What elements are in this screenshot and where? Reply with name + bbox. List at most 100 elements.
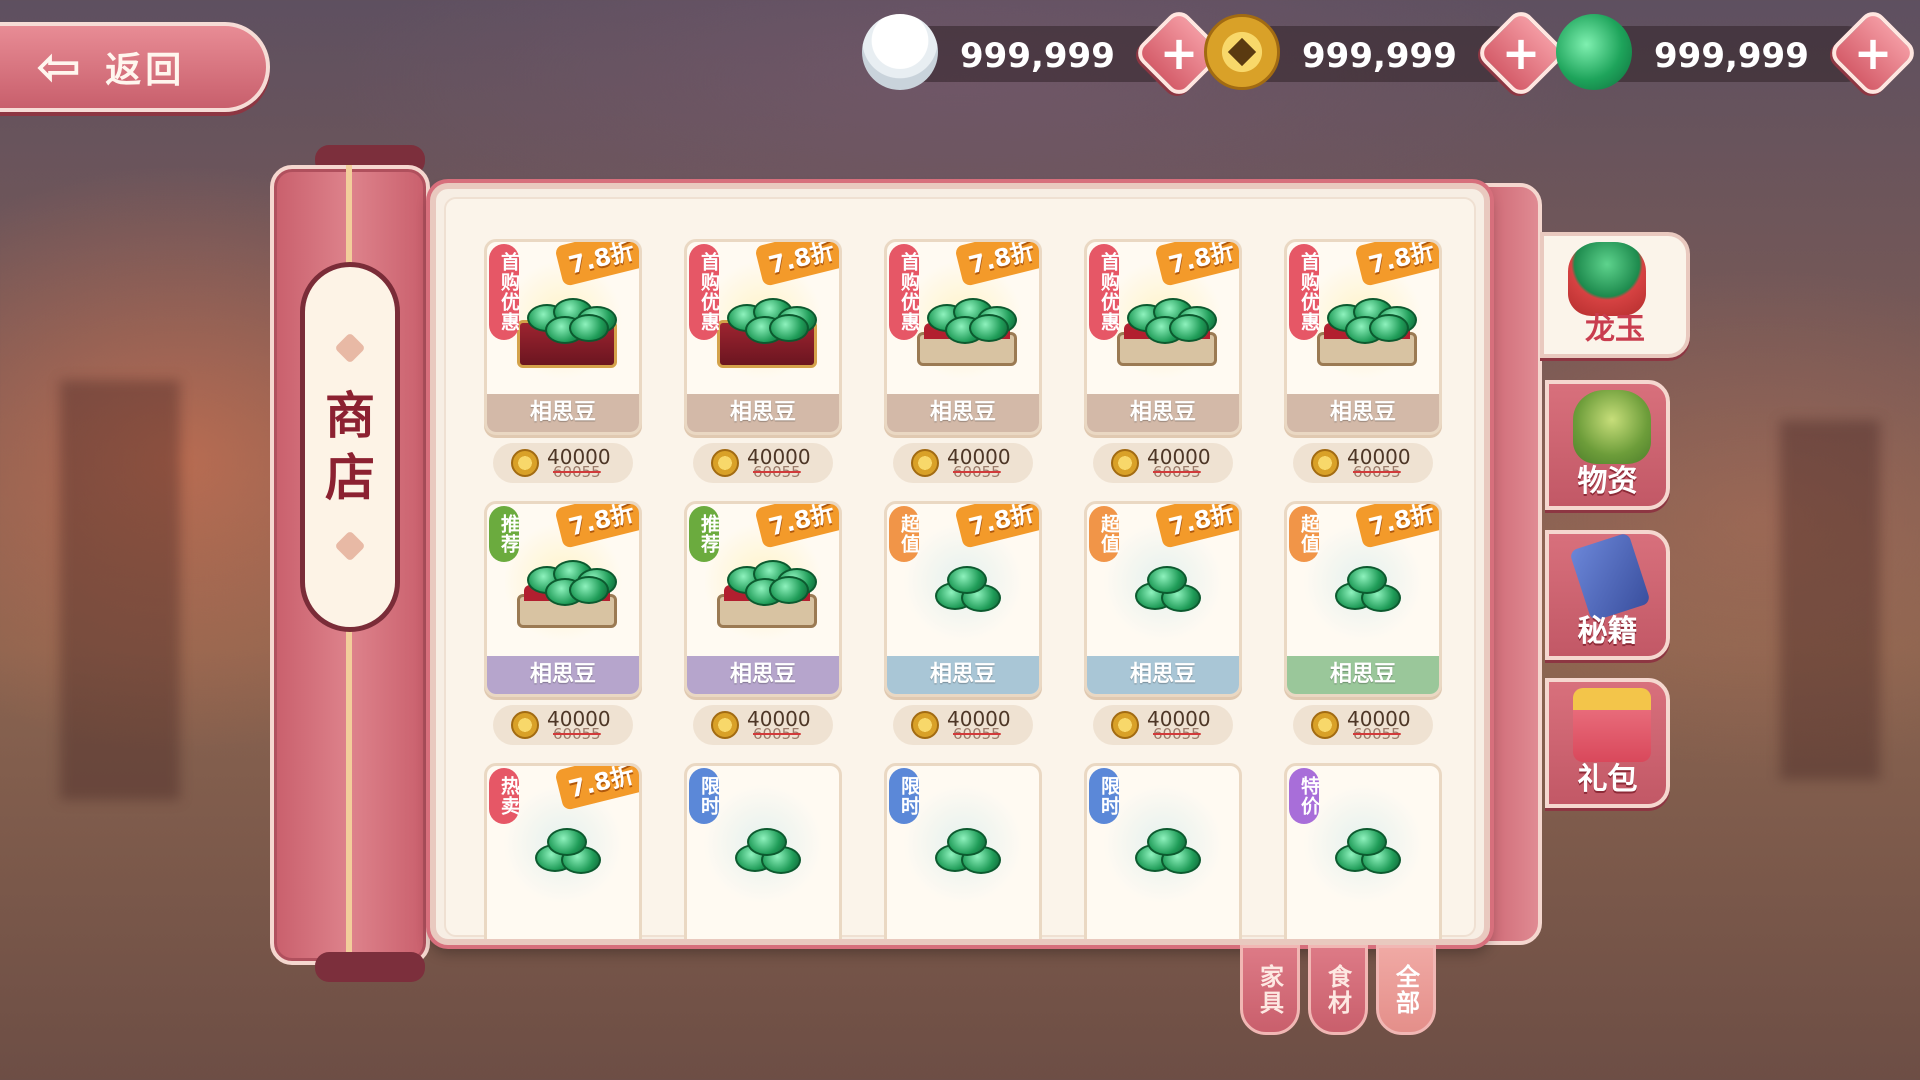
- item-frame: 推荐 7.8折 相思豆: [484, 501, 642, 697]
- jade-chest-icon: [717, 292, 817, 372]
- item-tag-badge: 推荐: [689, 506, 720, 562]
- filter-furniture[interactable]: 家具: [1240, 945, 1300, 1035]
- shop-item-card[interactable]: 首购优惠 7.8折 相思豆 40000 60055: [884, 239, 1042, 483]
- item-frame: 超值 7.8折 相思豆: [884, 501, 1042, 697]
- price-original: 60055: [1153, 463, 1201, 481]
- tab-gift-packs[interactable]: 礼包: [1545, 678, 1670, 808]
- item-frame: 首购优惠 7.8折 相思豆: [884, 239, 1042, 435]
- copper-coin-icon: [511, 711, 539, 739]
- item-frame: 超值 7.8折 相思豆: [1084, 501, 1242, 697]
- item-frame: 首购优惠 7.8折 相思豆: [1084, 239, 1242, 435]
- jade-tray-icon: [517, 554, 617, 634]
- item-tag-badge: 超值: [1089, 506, 1120, 562]
- item-frame: 限时: [1084, 763, 1242, 939]
- shop-item-card[interactable]: 限时: [1084, 763, 1242, 939]
- rice-bowl-icon: [862, 14, 938, 90]
- item-frame: 推荐 7.8折 相思豆: [684, 501, 842, 697]
- item-name: 相思豆: [487, 394, 639, 432]
- item-frame: 超值 7.8折 相思豆: [1284, 501, 1442, 697]
- shop-title-plaque: 商 店: [300, 262, 400, 632]
- item-name: 相思豆: [1287, 656, 1439, 694]
- item-tag-badge: 首购优惠: [489, 244, 520, 340]
- buy-price-button[interactable]: 40000 60055: [493, 705, 633, 745]
- item-tag-badge: 首购优惠: [1089, 244, 1120, 340]
- jade-coil-icon: [1317, 554, 1417, 634]
- buy-price-button[interactable]: 40000 60055: [693, 443, 833, 483]
- shop-item-card[interactable]: 首购优惠 7.8折 相思豆 40000 60055: [1284, 239, 1442, 483]
- tab-secret-books[interactable]: 秘籍: [1545, 530, 1670, 660]
- buy-price-button[interactable]: 40000 60055: [1293, 443, 1433, 483]
- tab-label: 物资: [1577, 464, 1638, 499]
- filter-all[interactable]: 全部: [1376, 945, 1436, 1035]
- tab-supplies[interactable]: 物资: [1545, 380, 1670, 510]
- item-frame: 特价: [1284, 763, 1442, 939]
- item-tag-badge: 推荐: [489, 506, 520, 562]
- back-button[interactable]: ⇦ 返回: [0, 22, 270, 112]
- copper-coin-icon: [1204, 14, 1280, 90]
- item-tag-badge: 特价: [1289, 768, 1320, 824]
- item-tag-badge: 首购优惠: [889, 244, 920, 340]
- background-pillar: [60, 380, 180, 800]
- price-original: 60055: [953, 463, 1001, 481]
- item-tag-badge: 限时: [889, 768, 920, 824]
- copper-coin-icon: [711, 711, 739, 739]
- shop-item-card[interactable]: 热卖 7.8折: [484, 763, 642, 939]
- buy-price-button[interactable]: 40000 60055: [493, 443, 633, 483]
- copper-coin-icon: [1311, 449, 1339, 477]
- shop-item-card[interactable]: 超值 7.8折 相思豆 40000 60055: [884, 501, 1042, 745]
- filter-ingredients[interactable]: 食材: [1308, 945, 1368, 1035]
- shop-item-card[interactable]: 限时: [884, 763, 1042, 939]
- price-original: 60055: [753, 463, 801, 481]
- copper-coin-icon: [1111, 711, 1139, 739]
- tab-label: 礼包: [1577, 762, 1638, 797]
- plaque-ornament: [334, 530, 366, 562]
- item-name: 相思豆: [687, 656, 839, 694]
- copper-coin-icon: [911, 449, 939, 477]
- shop-title-char: 店: [325, 449, 375, 507]
- shop-item-card[interactable]: 特价: [1284, 763, 1442, 939]
- shop-item-card[interactable]: 首购优惠 7.8折 相思豆 40000 60055: [1084, 239, 1242, 483]
- shop-item-card[interactable]: 推荐 7.8折 相思豆 40000 60055: [684, 501, 842, 745]
- shop-item-card[interactable]: 首购优惠 7.8折 相思豆 40000 60055: [484, 239, 642, 483]
- item-name: 相思豆: [1087, 656, 1239, 694]
- buy-price-button[interactable]: 40000 60055: [1293, 705, 1433, 745]
- buy-price-button[interactable]: 40000 60055: [893, 705, 1033, 745]
- currency-jade: 999,999 +: [1556, 6, 1920, 100]
- shop-item-card[interactable]: 超值 7.8折 相思豆 40000 60055: [1084, 501, 1242, 745]
- shop-item-card[interactable]: 限时: [684, 763, 842, 939]
- plaque-ornament: [334, 332, 366, 364]
- item-grid[interactable]: 首购优惠 7.8折 相思豆 40000 60055 首购优惠 7.8折 相思豆 40000 600…: [444, 197, 1476, 939]
- shop-panel: 首购优惠 7.8折 相思豆 40000 60055 首购优惠 7.8折 相思豆 40000 600…: [430, 183, 1490, 945]
- item-tag-badge: 热卖: [489, 768, 520, 824]
- item-frame: 限时: [884, 763, 1042, 939]
- tab-label: 秘籍: [1577, 614, 1638, 649]
- price-original: 60055: [1353, 463, 1401, 481]
- buy-price-button[interactable]: 40000 60055: [1093, 705, 1233, 745]
- price-original: 60055: [953, 725, 1001, 743]
- copper-coin-icon: [911, 711, 939, 739]
- item-tag-badge: 限时: [689, 768, 720, 824]
- item-tag-badge: 限时: [1089, 768, 1120, 824]
- currency-value: 999,999: [1302, 36, 1457, 76]
- back-label: 返回: [105, 50, 186, 91]
- scroll-rod-bottom: [315, 952, 425, 982]
- add-jade-button[interactable]: +: [1826, 6, 1920, 100]
- jade-tray-icon: [1117, 292, 1217, 372]
- currency-rice: 999,999 +: [862, 6, 1226, 100]
- item-name: 相思豆: [1087, 394, 1239, 432]
- copper-coin-icon: [711, 449, 739, 477]
- buy-price-button[interactable]: 40000 60055: [693, 705, 833, 745]
- shop-item-card[interactable]: 推荐 7.8折 相思豆 40000 60055: [484, 501, 642, 745]
- background-pillar: [1780, 420, 1880, 780]
- item-tag-badge: 首购优惠: [1289, 244, 1320, 340]
- shop-item-card[interactable]: 超值 7.8折 相思豆 40000 60055: [1284, 501, 1442, 745]
- jade-coil-icon: [1117, 816, 1217, 896]
- item-name: 相思豆: [687, 394, 839, 432]
- tab-dragon-jade[interactable]: 龙玉: [1540, 232, 1690, 358]
- buy-price-button[interactable]: 40000 60055: [893, 443, 1033, 483]
- price-original: 60055: [753, 725, 801, 743]
- buy-price-button[interactable]: 40000 60055: [1093, 443, 1233, 483]
- add-coin-button[interactable]: +: [1474, 6, 1568, 100]
- item-tag-badge: 首购优惠: [689, 244, 720, 340]
- shop-item-card[interactable]: 首购优惠 7.8折 相思豆 40000 60055: [684, 239, 842, 483]
